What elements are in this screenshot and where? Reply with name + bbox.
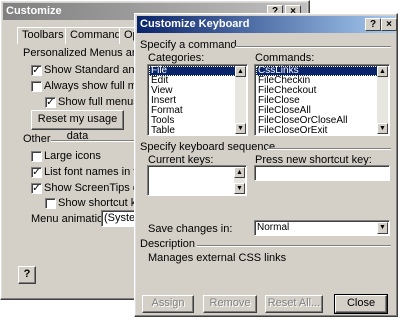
commands-listbox[interactable]: CssLinks FileCheckin FileCheckout FileClose… <box>254 64 390 136</box>
reset-usage-data-button[interactable]: Reset my usage data <box>31 110 124 142</box>
other-label: Other <box>23 133 51 145</box>
remove-button[interactable]: Remove <box>203 295 257 313</box>
scroll-up-icon[interactable]: ▲ <box>377 66 388 77</box>
current-keys-listbox[interactable]: ▲ ▼ <box>147 165 247 196</box>
assign-button[interactable]: Assign <box>142 295 194 313</box>
specify-command-divider <box>235 46 391 48</box>
description-text: Manages external CSS links <box>148 252 287 264</box>
help-icon-button[interactable]: ? <box>18 266 36 284</box>
commands-scrollbar[interactable]: ▲ ▼ <box>377 66 388 134</box>
categories-label: Categories: <box>148 52 205 64</box>
customize-keyboard-dialog: Customize Keyboard ? × Specify a command… <box>134 13 398 317</box>
description-divider <box>197 245 391 247</box>
commands-list: CssLinks FileCheckin FileCheckout FileClose… <box>256 66 388 136</box>
keyboard-title: Customize Keyboard <box>140 18 250 30</box>
show-standard-checkbox[interactable]: ✓ <box>31 65 42 76</box>
help-icon: ? <box>23 268 31 280</box>
reset-all-button[interactable]: Reset All... <box>265 295 323 313</box>
customize-title: Customize <box>6 5 62 17</box>
scroll-up-icon[interactable]: ▲ <box>235 66 246 77</box>
description-label: Description <box>140 238 196 250</box>
list-font-names-checkbox[interactable]: ✓ <box>31 167 42 178</box>
specify-sequence-divider <box>267 148 391 150</box>
save-changes-select[interactable]: Normal ▼ <box>254 220 390 236</box>
tab-toolbars[interactable]: Toolbars <box>17 27 69 44</box>
large-icons-checkbox[interactable] <box>31 151 42 162</box>
commands-label: Commands: <box>255 52 315 64</box>
other-divider <box>51 140 141 142</box>
close-button[interactable]: Close <box>334 294 388 314</box>
categories-list: File Edit View Insert Format Tools Table <box>149 66 246 136</box>
specify-command-label: Specify a command <box>140 39 237 51</box>
show-full-menus-after-checkbox[interactable]: ✓ <box>45 97 56 108</box>
command-list-item[interactable]: FileCloseOrExit <box>256 126 388 136</box>
scroll-down-icon[interactable]: ▼ <box>235 123 246 134</box>
keyboard-close-button[interactable]: × <box>381 18 397 31</box>
dropdown-arrow-icon[interactable]: ▼ <box>377 222 388 234</box>
save-changes-value: Normal <box>257 222 290 233</box>
specify-sequence-label: Specify keyboard sequence <box>140 141 276 153</box>
large-icons-label: Large icons <box>44 150 101 162</box>
show-shortcut-keys-checkbox[interactable] <box>45 198 56 209</box>
scroll-down-icon[interactable]: ▼ <box>377 123 388 134</box>
scroll-up-icon[interactable]: ▲ <box>234 167 245 178</box>
keyboard-titlebar: Customize Keyboard ? × <box>137 16 397 33</box>
press-shortcut-input[interactable] <box>254 165 390 181</box>
show-screentips-checkbox[interactable]: ✓ <box>31 183 42 194</box>
categories-scrollbar[interactable]: ▲ ▼ <box>235 66 246 134</box>
always-show-full-menus-checkbox[interactable] <box>31 81 42 92</box>
save-changes-label: Save changes in: <box>148 223 233 235</box>
current-keys-scrollbar[interactable]: ▲ ▼ <box>234 167 245 194</box>
categories-listbox[interactable]: File Edit View Insert Format Tools Table ▲ ▼ <box>147 64 248 136</box>
keyboard-help-button[interactable]: ? <box>365 18 381 31</box>
scroll-down-icon[interactable]: ▼ <box>234 183 245 194</box>
category-list-item[interactable]: Table <box>149 126 246 136</box>
